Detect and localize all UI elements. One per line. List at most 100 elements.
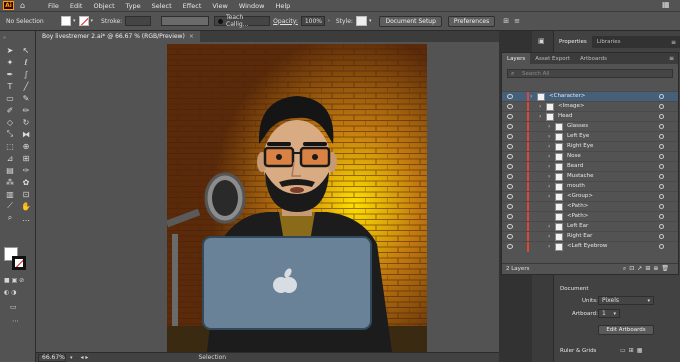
expand-chevron-icon[interactable]: › [539,113,541,120]
units-select[interactable]: Pixels ▾ [598,296,654,305]
layer-row[interactable]: › mouth [502,181,678,192]
visibility-eye-icon[interactable] [507,114,513,119]
stroke-dropdown-icon[interactable]: ▾ [91,18,94,24]
draw-mode-icons[interactable]: ◐ ◑ [4,289,16,296]
color-mode-icons[interactable]: ■ ▣ ⊘ [4,277,24,284]
fill-dropdown-icon[interactable]: ▾ [73,18,76,24]
expand-chevron-icon[interactable]: › [548,223,550,230]
layer-row[interactable]: › Beard [502,161,678,172]
expand-chevron-icon[interactable]: › [548,133,550,140]
home-icon[interactable]: ⌂ [20,1,25,10]
menu-effect[interactable]: Effect [183,2,202,10]
scale-tool-icon[interactable]: ⤡ [4,129,16,139]
menu-view[interactable]: View [212,2,227,10]
expand-chevron-icon[interactable]: › [548,143,550,150]
expand-chevron-icon[interactable]: › [548,233,550,240]
visibility-eye-icon[interactable] [507,194,513,199]
perspective-grid-tool-icon[interactable]: ⊿ [4,153,16,163]
pen-tool-icon[interactable]: ✒ [4,69,16,79]
column-graph-tool-icon[interactable]: ▥ [4,189,16,199]
arrange-documents-icon[interactable]: ⊞ [503,17,509,25]
lasso-tool-icon[interactable]: ℓ [20,57,32,67]
stroke-weight-field[interactable] [125,16,152,26]
expand-chevron-icon[interactable]: › [548,183,550,190]
visibility-eye-icon[interactable] [507,94,513,99]
target-circle-icon[interactable] [659,224,664,229]
layers-footer-icons[interactable]: ⌕⊡↗⊞⊕🗑 [623,265,672,273]
target-circle-icon[interactable] [659,134,664,139]
target-circle-icon[interactable] [659,174,664,179]
preferences-button[interactable]: Preferences [447,15,496,27]
workspace-grid-icon[interactable]: ▦ [662,0,670,9]
opacity-field[interactable]: 100% [300,16,325,26]
pencil-tool-icon[interactable]: ✏ [20,105,32,115]
slice-tool-icon[interactable]: ⟋ [4,201,16,211]
visibility-eye-icon[interactable] [507,214,513,219]
opacity-dropdown-icon[interactable]: › [328,18,330,24]
menu-select[interactable]: Select [152,2,172,10]
visibility-eye-icon[interactable] [507,154,513,159]
zoom-dropdown-icon[interactable]: ▾ [70,355,73,361]
properties-panel-icon[interactable]: ▣ [538,37,545,45]
layers-menu-icon[interactable]: ≡ [669,55,674,62]
fill-swatch[interactable] [61,16,71,26]
layer-row[interactable]: › Nose [502,151,678,162]
magic-wand-tool-icon[interactable]: ✦ [4,57,16,67]
edit-toolbar-icon[interactable]: … [20,213,32,223]
expand-chevron-icon[interactable]: › [548,153,550,160]
artboard-select[interactable]: 1 ▾ [598,309,620,318]
target-circle-icon[interactable] [659,144,664,149]
layer-row[interactable]: › Mustache [502,171,678,182]
target-circle-icon[interactable] [659,184,664,189]
selection-tool-icon[interactable]: ➤ [4,45,16,55]
layers-search-input[interactable]: ⌕ Search All [507,69,673,78]
tab-asset-export[interactable]: Asset Export [530,53,575,64]
expand-chevron-icon[interactable]: › [548,173,550,180]
visibility-eye-icon[interactable] [507,164,513,169]
brush-definition[interactable]: Teach Callig... [214,14,271,28]
layer-row[interactable]: <Path> [502,211,678,222]
graphic-style-swatch[interactable] [355,16,367,26]
symbol-sprayer-tool-icon[interactable]: ✿ [20,177,32,187]
target-circle-icon[interactable] [659,124,664,129]
curvature-tool-icon[interactable]: ∫ [20,69,32,79]
close-tab-icon[interactable]: × [189,33,194,40]
layer-row[interactable]: › Left Ear [502,221,678,232]
shape-builder-tool-icon[interactable]: ⊕ [20,141,32,151]
tab-artboards[interactable]: Artboards [575,53,612,64]
menu-file[interactable]: File [48,2,59,10]
properties-menu-icon[interactable]: ≡ [671,39,676,46]
paintbrush-tool-icon[interactable]: ✎ [20,93,32,103]
type-tool-icon[interactable]: T [4,81,16,91]
target-circle-icon[interactable] [659,114,664,119]
document-setup-button[interactable]: Document Setup [379,15,442,27]
visibility-eye-icon[interactable] [507,134,513,139]
direct-selection-tool-icon[interactable]: ↖ [20,45,32,55]
visibility-eye-icon[interactable] [507,234,513,239]
layer-row[interactable]: › <Left Eyebrow [502,241,678,252]
layer-row[interactable]: › Right Ear [502,231,678,242]
visibility-eye-icon[interactable] [507,174,513,179]
menu-help[interactable]: Help [275,2,290,10]
visibility-eye-icon[interactable] [507,224,513,229]
expand-chevron-icon[interactable]: › [539,103,541,110]
expand-chevron-icon[interactable]: › [548,193,550,200]
artboard-nav-icon[interactable]: ◂ ▸ [81,354,89,361]
toolbar-collapse-icon[interactable]: » [3,35,6,41]
document-tab[interactable]: Boy livestremer 2.ai* @ 66.67 % (RGB/Pre… [36,31,200,42]
layer-row[interactable]: › Glasses [502,121,678,132]
line-segment-tool-icon[interactable]: ╱ [20,81,32,91]
expand-chevron-icon[interactable]: › [548,243,550,250]
gradient-tool-icon[interactable]: ▤ [4,165,16,175]
artboard[interactable] [167,44,427,352]
visibility-eye-icon[interactable] [507,144,513,149]
screen-mode-icon[interactable]: ▭ [10,303,17,311]
mesh-tool-icon[interactable]: ⊞ [20,153,32,163]
artboard-tool-icon[interactable]: ⊡ [20,189,32,199]
eyedropper-tool-icon[interactable]: ✑ [20,165,32,175]
layer-row[interactable]: › Left Eye [502,131,678,142]
target-circle-icon[interactable] [659,204,664,209]
panel-menu-icon[interactable]: ≡ [514,17,520,25]
zoom-tool-icon[interactable]: ⌕ [4,213,16,223]
visibility-eye-icon[interactable] [507,184,513,189]
